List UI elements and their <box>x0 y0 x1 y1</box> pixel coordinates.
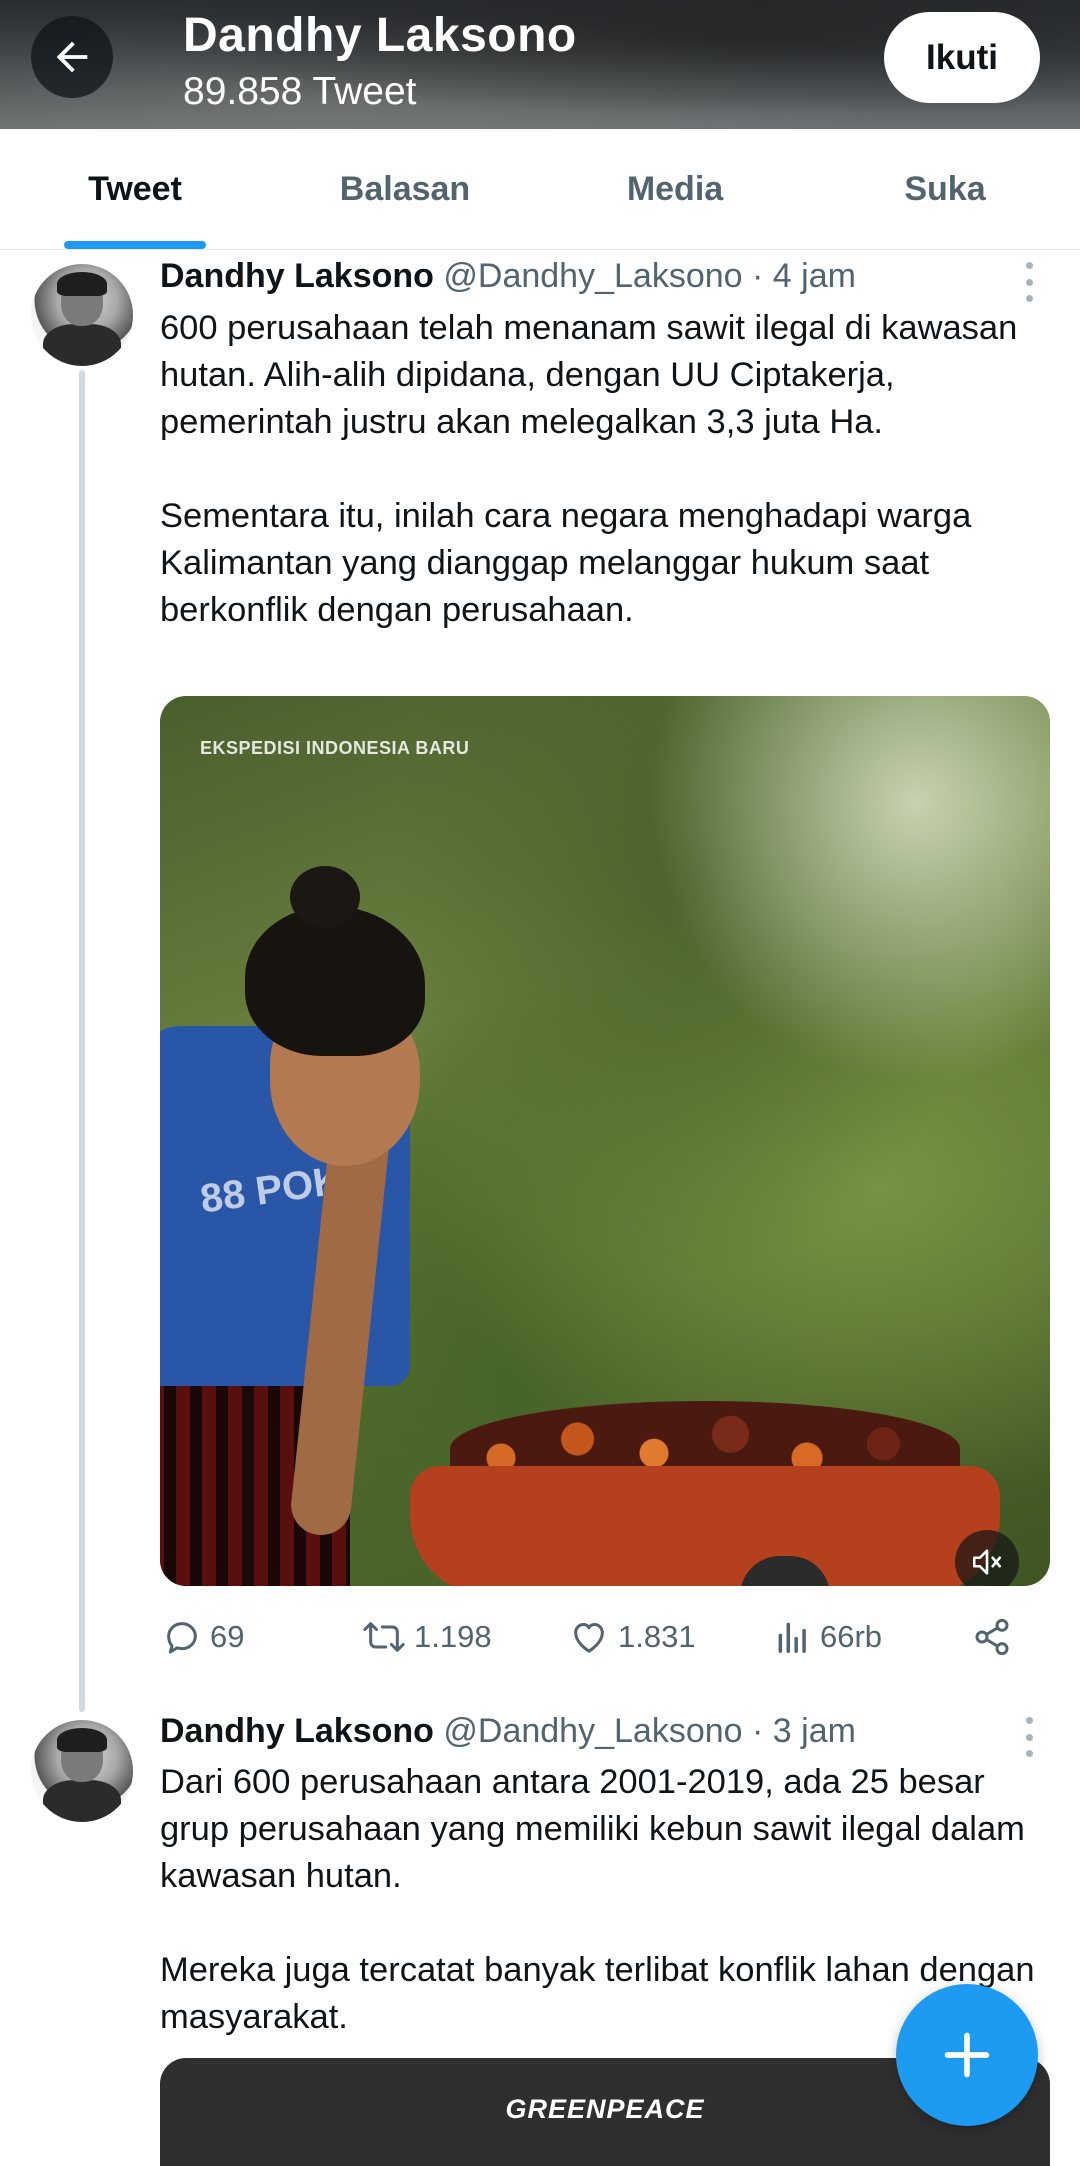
tab-tweet[interactable]: Tweet <box>0 129 270 249</box>
avatar[interactable] <box>31 264 133 366</box>
views-count: 66rb <box>820 1619 883 1654</box>
tweet-paragraph: 600 perusahaan telah menanam sawit ilega… <box>160 309 1018 441</box>
compose-tweet-button[interactable] <box>896 1984 1038 2126</box>
tweet-time: · 4 jam <box>752 257 856 295</box>
video-scene-figure <box>245 906 425 1056</box>
video-scene-wheelbarrow <box>410 1466 1000 1586</box>
reply-button[interactable]: 69 <box>162 1612 244 1662</box>
author-name[interactable]: Dandhy Laksono <box>160 1712 434 1750</box>
tweet-count: 89.858 Tweet <box>183 70 417 113</box>
back-button[interactable] <box>31 16 113 98</box>
active-tab-indicator <box>64 241 206 249</box>
like-count: 1.831 <box>618 1619 696 1654</box>
tweet-header: Dandhy Laksono @Dandhy_Laksono · 3 jam <box>160 1712 856 1751</box>
like-button[interactable]: 1.831 <box>568 1612 696 1662</box>
author-handle[interactable]: @Dandhy_Laksono <box>443 1712 742 1750</box>
profile-header: Dandhy Laksono 89.858 Tweet Ikuti <box>0 0 1080 129</box>
tweet-time: · 3 jam <box>752 1712 856 1750</box>
follow-button[interactable]: Ikuti <box>884 12 1040 103</box>
mute-button[interactable] <box>955 1530 1019 1586</box>
tweet-actions: 69 1.198 1.831 66rb <box>160 1612 1030 1662</box>
thread-line <box>79 370 85 1712</box>
tweet-header: Dandhy Laksono @Dandhy_Laksono · 4 jam <box>160 257 856 296</box>
video-watermark: EKSPEDISI INDONESIA BARU <box>200 738 470 758</box>
tab-balasan[interactable]: Balasan <box>270 129 540 249</box>
retweet-icon <box>363 1622 405 1652</box>
tweet-text: Dari 600 perusahaan antara 2001-2019, ad… <box>160 1759 1050 2041</box>
tab-media[interactable]: Media <box>540 129 810 249</box>
views-icon <box>778 1622 806 1653</box>
reply-count: 69 <box>210 1619 245 1654</box>
avatar[interactable] <box>31 1720 133 1822</box>
tweet-video[interactable]: 88 POKY EKSPEDISI INDONESIA BARU <box>160 696 1050 1586</box>
views-button[interactable]: 66rb <box>774 1612 882 1662</box>
profile-name: Dandhy Laksono <box>183 9 577 62</box>
retweet-button[interactable]: 1.198 <box>362 1612 492 1662</box>
tweet-paragraph: Dari 600 perusahaan antara 2001-2019, ad… <box>160 1763 1025 1895</box>
tweet-text: 600 perusahaan telah menanam sawit ilega… <box>160 305 1050 634</box>
retweet-count: 1.198 <box>414 1619 492 1654</box>
reply-icon <box>167 1622 197 1654</box>
more-vertical-icon[interactable] <box>1014 1717 1044 1757</box>
heart-icon <box>574 1623 604 1653</box>
more-vertical-icon[interactable] <box>1014 262 1044 302</box>
tweet-paragraph: Sementara itu, inilah cara negara mengha… <box>160 497 972 629</box>
tab-suka[interactable]: Suka <box>810 129 1080 249</box>
video-scene-figure <box>290 866 360 928</box>
author-handle[interactable]: @Dandhy_Laksono <box>443 257 742 295</box>
share-icon <box>975 1618 1009 1656</box>
mute-icon <box>972 1549 1002 1575</box>
profile-tabs: Tweet Balasan Media Suka <box>0 129 1080 250</box>
share-button[interactable] <box>972 1612 1012 1662</box>
plus-icon <box>944 2032 990 2078</box>
arrow-left-icon <box>56 41 88 73</box>
author-name[interactable]: Dandhy Laksono <box>160 257 434 295</box>
